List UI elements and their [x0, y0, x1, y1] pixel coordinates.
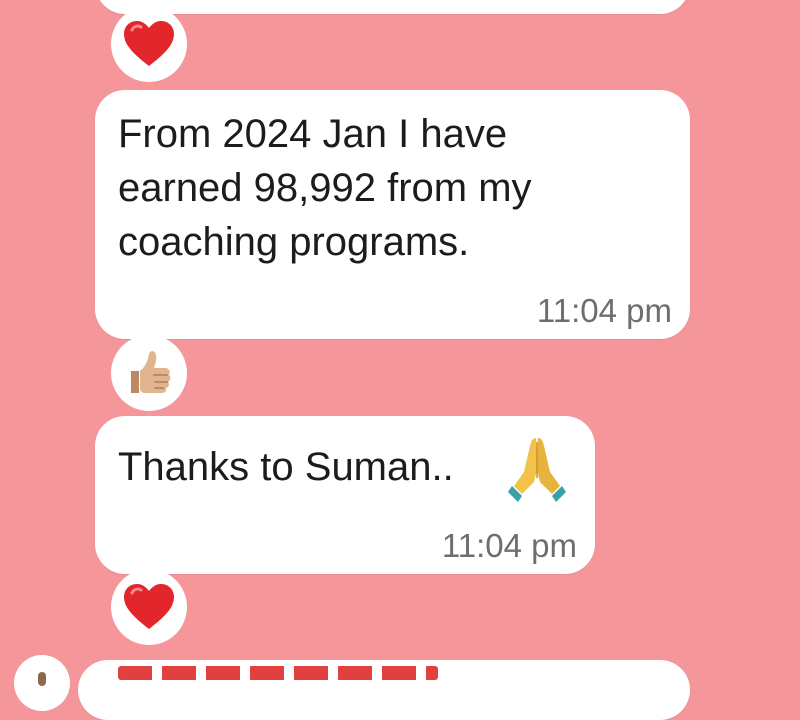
message-bubble-next[interactable]	[78, 660, 690, 720]
partial-message-text	[118, 666, 438, 680]
red-heart-icon	[124, 584, 174, 629]
reaction-badge[interactable]	[111, 6, 187, 82]
thumbs-up-icon	[131, 351, 171, 393]
message-line: coaching programs.	[118, 220, 470, 264]
message-bubble[interactable]: From 2024 Jan I have earned 98,992 from …	[95, 90, 690, 339]
message-line: earned 98,992 from my	[118, 166, 532, 210]
message-bubble[interactable]: Thanks to Suman.. 11:04 pm	[95, 416, 595, 574]
folded-hands-icon	[508, 438, 566, 502]
message-timestamp: 11:04 pm	[536, 292, 672, 329]
message-text: Thanks to Suman..	[118, 445, 454, 489]
message-bubble-previous[interactable]	[95, 0, 690, 14]
red-heart-icon	[124, 21, 174, 66]
message-timestamp: 11:04 pm	[441, 527, 577, 564]
reaction-badge[interactable]	[111, 335, 187, 411]
reaction-badge[interactable]	[111, 569, 187, 645]
avatar[interactable]	[14, 655, 70, 711]
message-text: From 2024 Jan I have earned 98,992 from …	[118, 107, 532, 269]
message-line: From 2024 Jan I have	[118, 112, 508, 156]
